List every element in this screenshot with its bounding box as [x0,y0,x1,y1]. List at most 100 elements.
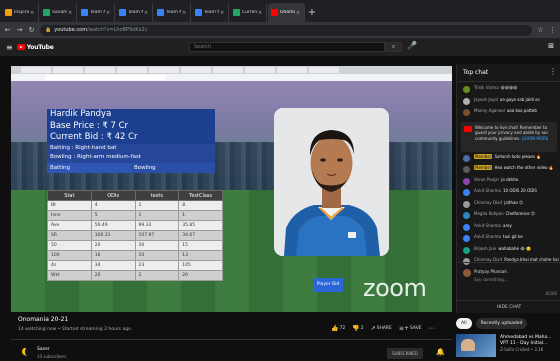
youtube-logo[interactable]: YouTube [16,44,54,51]
more-vert-icon[interactable]: ⋮ [549,67,557,76]
browser-tab-4[interactable]: Team Number 3 - Mugal× [116,3,153,22]
chat-message: Jayesh Joyal aa gaye sab jaldi se [457,97,560,109]
table-cell: 16 [90,250,136,261]
chat-message: Member Hea watch the other video 🔥 [457,165,560,177]
role-batting: Batting [47,162,131,173]
forward-icon[interactable]: → [16,26,23,34]
browser-tab-5[interactable]: Team Number 3 - Utkarsh× [154,3,191,22]
tab-favicon [119,9,126,16]
new-tab-button[interactable]: + [306,3,318,22]
more-icon: ⋯ [428,325,435,332]
create-video-icon[interactable]: ⊞ [548,42,554,50]
recommended-video-channel: Z-Safin Cricket • 3.1K [500,347,544,352]
chat-message: Ankit Sharma 10 ODIS 20 ODIS [457,188,560,200]
browser-tab-2[interactable]: Sanam Bai - Google Sheets× [40,3,77,22]
recommended-video-title[interactable]: Ahmedabad vs Maha... VPT 11 - Day Initia… [500,335,560,346]
channel-avatar[interactable] [19,345,31,357]
table-row: SR 100.31 107.97 34.67 [47,230,223,241]
browser-tab-active[interactable]: Onomania 20-21 - YouTube× [268,3,305,22]
video-actions: 👍 72 👎 2 ↗ SHARE ≡+ SAVE ⋯ [331,325,435,332]
table-cell: 1 [134,200,180,211]
shared-screen-address-bar [11,74,452,81]
bell-icon[interactable]: 🔔 [436,348,445,356]
close-tab-icon[interactable]: × [144,10,149,16]
video-player[interactable]: Hardik Pandya Base Price : ₹ 7 Cr Curren… [11,66,452,312]
player-photo [274,108,389,256]
back-icon[interactable]: ← [4,26,11,34]
browser-menu-icon[interactable]: ⋮ [549,26,556,34]
chat-message-input[interactable]: Say something... [474,277,508,282]
chat-avatar [463,86,470,93]
zoom-watermark: zoom [363,274,427,302]
close-tab-icon[interactable]: × [258,10,263,16]
player-bid-button[interactable]: Player Bid [313,278,343,292]
table-cell: 4s [47,260,92,271]
table-cell: SR [47,230,92,241]
close-tab-icon[interactable]: × [30,10,35,16]
chat-message: Megha Kohpon Chelforence 😊 [457,211,560,223]
chat-avatar [463,235,470,242]
hide-chat-button[interactable]: HIDE CHAT [457,300,560,313]
address-bar[interactable]: 🔒 youtube.com /watch?v=LhoBP9oKx2c [40,24,532,36]
video-meta: 14 watching now • Started streaming 2 ho… [18,327,131,332]
chat-message-list[interactable]: Trinik Varma 😀😀😀😀 Jayesh Joyal aa gaye sab… [457,85,560,269]
bowling-style: Bowling : Right-arm medium-fast [47,153,215,163]
table-cell: 13 [178,250,223,261]
chat-message: Ankit Sharma tusi git ke [457,234,560,246]
chat-message: Chinmay Dixit jolthao 😊 [457,200,560,212]
table-cell: Bt [47,200,92,211]
tab-favicon [81,9,88,16]
video-thumbnail[interactable] [456,334,496,357]
table-cell: 4 [90,200,136,211]
channel-name[interactable]: Saser [37,347,50,352]
chat-avatar [463,212,470,219]
chat-message: Manny Agarwal aaa koo patteb [457,108,560,120]
member-badge: Member [474,153,493,159]
table-cell: 1 [134,210,180,221]
chat-title[interactable]: Top chat [463,69,488,76]
share-button[interactable]: ↗ SHARE [371,325,392,332]
dislike-button[interactable]: 👎 2 [352,325,363,332]
microphone-icon[interactable]: 🎤 [407,41,417,50]
close-tab-icon[interactable]: × [220,10,225,16]
chat-character-count: 0/200 [545,291,557,296]
like-button[interactable]: 👍 72 [331,325,345,332]
player-info-card: Hardik Pandya Base Price : ₹ 7 Cr Curren… [47,109,215,179]
close-tab-icon[interactable]: × [68,10,73,16]
search-button[interactable]: ⌕ [385,42,402,52]
table-cell: 2 [134,270,180,281]
table-cell: 20 [90,270,136,281]
save-button[interactable]: ≡+ SAVE [399,325,422,332]
table-cell: 10 [134,250,180,261]
table-row: 50 20 20 15 [47,240,223,251]
recommended-video[interactable]: Ahmedabad vs Maha... VPT 11 - Day Initia… [456,334,560,361]
search-input[interactable]: Search [189,42,385,52]
browser-tab-1[interactable]: Inspiration Desk - Bra× [2,3,39,22]
table-cell: 5 [90,210,136,221]
close-tab-icon[interactable]: × [296,10,301,16]
learn-more-link[interactable]: LEARN MORE [522,136,548,141]
chat-avatar [463,200,470,208]
table-row: Inns 5 1 1 [47,210,223,221]
column-header: ODIs [90,190,136,201]
chat-message: Member Saharsh koto pleaes 🔥 [457,153,560,166]
close-tab-icon[interactable]: × [182,10,187,16]
menu-icon[interactable]: ≡ [6,43,13,52]
browser-tab-7[interactable]: Current allocation cricket× [230,3,267,22]
browser-tab-3[interactable]: Team Number 2 - Radhe× [78,3,115,22]
more-actions-button[interactable]: ⋯ [429,325,435,332]
search-icon: ⌕ [391,43,396,50]
bookmark-star-icon[interactable]: ☆ [537,26,544,34]
batting-style: Batting : Right-hand bat [47,143,215,153]
url-path: /watch?v=LhoBP9oKx2c [87,27,148,33]
chip-all[interactable]: All [456,318,472,329]
tab-favicon [5,9,12,16]
subscribe-button[interactable]: SUBSCRIBED [387,348,423,359]
reload-icon[interactable]: ↻ [28,26,35,34]
chip-recently-uploaded[interactable]: Recently uploaded [475,318,528,329]
browser-tab-6[interactable]: Team Number 7 - Sukan× [192,3,229,22]
youtube-favicon [271,9,278,16]
table-cell: 15 [178,240,223,251]
thumbs-up-icon: 👍 [331,325,339,332]
close-tab-icon[interactable]: × [106,10,111,16]
